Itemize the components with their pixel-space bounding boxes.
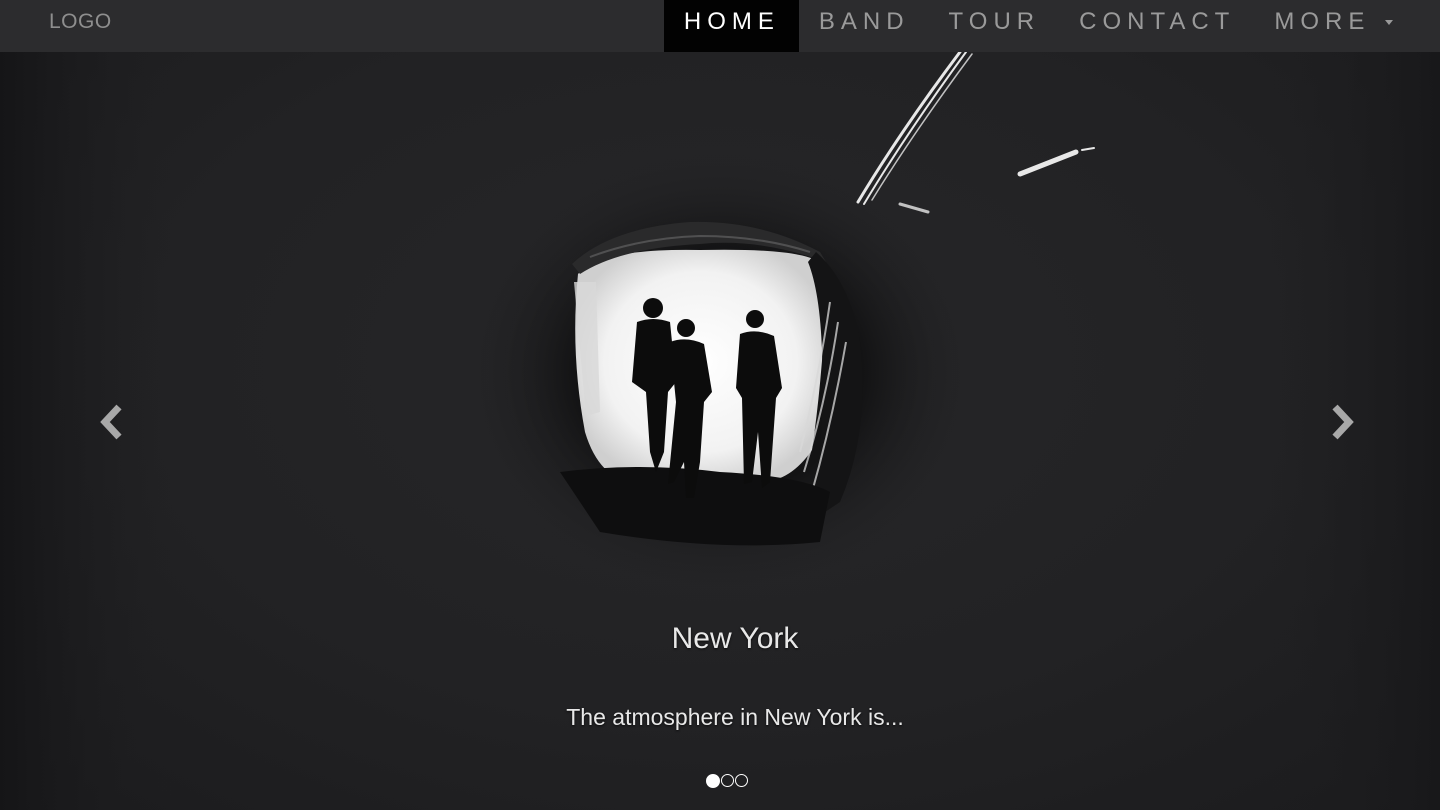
carousel: New York The atmosphere in New York is..… <box>0 52 1440 810</box>
nav-item-band[interactable]: BAND <box>799 0 929 52</box>
carousel-next-button[interactable] <box>1312 392 1372 452</box>
carousel-indicator-2[interactable] <box>721 774 734 787</box>
logo-link[interactable]: LOGO <box>49 0 112 44</box>
nav-item-tour[interactable]: TOUR <box>929 0 1060 52</box>
nav-item-contact[interactable]: CONTACT <box>1059 0 1254 52</box>
nav-item-more[interactable]: MORE <box>1254 0 1412 52</box>
caret-down-icon <box>1385 20 1393 26</box>
chevron-right-icon <box>1332 404 1354 440</box>
slide-caption-text: The atmosphere in New York is... <box>566 704 904 730</box>
nav-item-home[interactable]: HOME <box>663 0 799 52</box>
slide-caption-title: New York <box>671 622 799 655</box>
carousel-indicator-3[interactable] <box>735 774 748 787</box>
navbar: LOGO HOME BAND TOUR CONTACT MORE <box>0 0 1440 52</box>
carousel-indicator-1[interactable] <box>706 774 720 788</box>
chevron-left-icon <box>100 404 122 440</box>
carousel-prev-button[interactable] <box>82 392 142 452</box>
nav-item-more-label: MORE <box>1274 8 1371 35</box>
slide-image <box>0 52 1440 810</box>
nav-menu: HOME BAND TOUR CONTACT MORE <box>663 0 1412 52</box>
page: LOGO HOME BAND TOUR CONTACT MORE New Yor… <box>0 0 1440 810</box>
carousel-indicators <box>706 774 748 788</box>
